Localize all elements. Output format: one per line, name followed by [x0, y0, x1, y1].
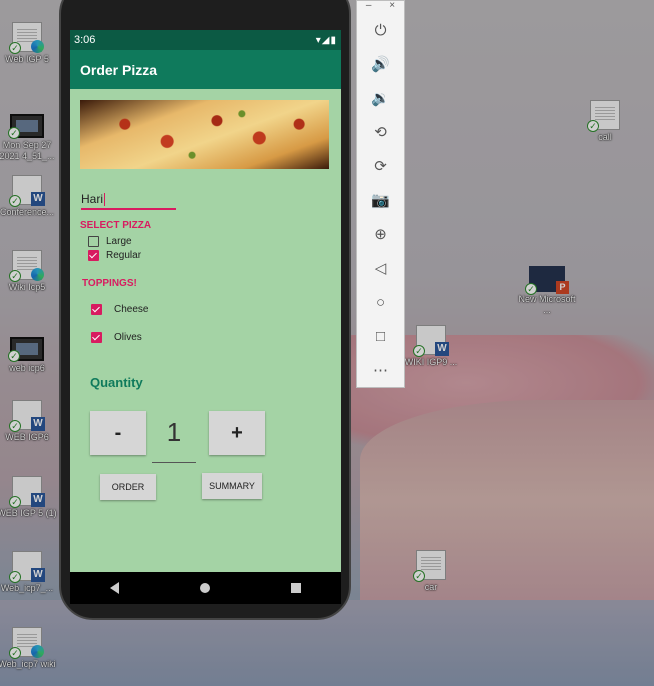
video-file-icon: ✓ — [8, 114, 44, 139]
image-file-icon: ✓ — [413, 550, 446, 582]
desktop-icon-web-icp7-wiki[interactable]: ✓ Web_icp7 wiki — [0, 627, 58, 670]
desktop-icon-web-icp7[interactable]: ✓ Web_icp7_... — [0, 551, 58, 594]
desktop-icon-new-microsoft[interactable]: ✓ New Microsoft ... — [516, 263, 578, 316]
pizza-image — [80, 100, 329, 169]
word-file-icon: ✓ — [413, 325, 449, 357]
home-icon[interactable]: ○ — [357, 285, 404, 319]
status-bar: 3:06 ▾◢▮ — [70, 30, 341, 50]
status-icons: ▾◢▮ — [315, 34, 337, 46]
name-input-value: Hari — [81, 192, 104, 206]
order-button[interactable]: ORDER — [100, 474, 156, 500]
nav-home-icon[interactable] — [199, 583, 210, 593]
volume-up-icon[interactable]: 🔊 — [357, 47, 404, 81]
overview-icon[interactable]: □ — [357, 319, 404, 353]
powerpoint-file-icon: ✓ — [525, 266, 569, 295]
desktop-icon-web-igp5-1[interactable]: ✓ WEB IGP 5 (1) — [0, 476, 58, 519]
app-screen: 3:06 ▾◢▮ Order Pizza Hari SELECT PIZZA L… — [70, 30, 341, 572]
app-bar: Order Pizza — [70, 50, 341, 89]
desktop-icon-wiki-igp9[interactable]: ✓ WIKI IGP9 ... — [400, 325, 462, 368]
volume-down-icon[interactable]: 🔉 — [357, 81, 404, 115]
pizza-option-label: Regular — [106, 250, 142, 261]
word-file-icon: ✓ — [9, 551, 45, 583]
desktop-icon-conference[interactable]: ✓ Conference... — [0, 175, 58, 218]
quantity-value: 1 — [166, 417, 182, 447]
checkbox-olives[interactable] — [91, 332, 102, 343]
topping-olives[interactable]: Olives — [91, 332, 142, 343]
select-pizza-heading: SELECT PIZZA — [80, 220, 152, 231]
rotate-left-icon[interactable]: ⟲ — [357, 115, 404, 149]
desktop-icon-wiki-icp5[interactable]: ✓ Wiki Icp5 — [0, 250, 58, 293]
pizza-option-large[interactable]: Large — [88, 236, 132, 247]
video-file-icon: ✓ — [8, 337, 44, 362]
rotate-right-icon[interactable]: ⟳ — [357, 149, 404, 183]
camera-icon[interactable]: 📷 — [357, 183, 404, 217]
text-file-icon: ✓ — [587, 100, 620, 132]
back-icon[interactable]: ◁ — [357, 251, 404, 285]
close-button[interactable]: × — [389, 1, 395, 13]
minimize-button[interactable]: – — [366, 1, 372, 13]
zoom-icon[interactable]: ⊕ — [357, 217, 404, 251]
desktop-icon-web-igp5[interactable]: ✓ Web IGP 5 — [0, 22, 58, 65]
decrement-button[interactable]: - — [90, 411, 146, 455]
name-input[interactable]: Hari — [81, 190, 176, 210]
status-time: 3:06 — [74, 34, 96, 46]
toppings-heading: TOPPINGS! — [82, 278, 137, 289]
summary-button[interactable]: SUMMARY — [202, 473, 262, 499]
topping-cheese[interactable]: Cheese — [91, 304, 148, 315]
nav-recents-icon[interactable] — [290, 583, 301, 593]
emulator-toolbar: – × ⏻ 🔊 🔉 ⟲ ⟳ 📷 ⊕ ◁ ○ □ ⋯ — [356, 0, 405, 388]
word-file-icon: ✓ — [9, 400, 45, 432]
pizza-option-label: Large — [106, 236, 132, 247]
edge-file-icon: ✓ — [9, 627, 44, 659]
increment-button[interactable]: + — [209, 411, 265, 455]
checkbox-cheese[interactable] — [91, 304, 102, 315]
edge-file-icon: ✓ — [9, 250, 44, 282]
word-file-icon: ✓ — [9, 175, 45, 207]
desktop-icon-web-icp6[interactable]: ✓ web icp6 — [0, 333, 58, 374]
desktop-icon-call[interactable]: ✓ call — [574, 100, 636, 143]
android-nav-bar — [70, 572, 341, 604]
topping-label: Cheese — [114, 304, 149, 315]
checkbox-regular[interactable] — [88, 250, 99, 261]
more-icon[interactable]: ⋯ — [357, 353, 404, 387]
topping-label: Olives — [114, 332, 142, 343]
desktop-icon-video[interactable]: ✓ Mon Sep 27 2021 4_51_... — [0, 110, 58, 162]
quantity-heading: Quantity — [90, 375, 143, 390]
checkbox-large[interactable] — [88, 236, 99, 247]
text-caret — [104, 193, 106, 207]
word-file-icon: ✓ — [9, 476, 45, 508]
power-icon[interactable]: ⏻ — [357, 13, 404, 47]
pizza-option-regular[interactable]: Regular — [88, 250, 141, 261]
edge-file-icon: ✓ — [9, 22, 44, 54]
desktop-icon-web-igp6[interactable]: ✓ WEB IGP6 — [0, 400, 58, 443]
app-title: Order Pizza — [80, 61, 158, 78]
desktop-icon-car[interactable]: ✓ car — [400, 550, 462, 593]
nav-back-icon[interactable] — [110, 582, 120, 594]
quantity-underline — [152, 462, 196, 463]
